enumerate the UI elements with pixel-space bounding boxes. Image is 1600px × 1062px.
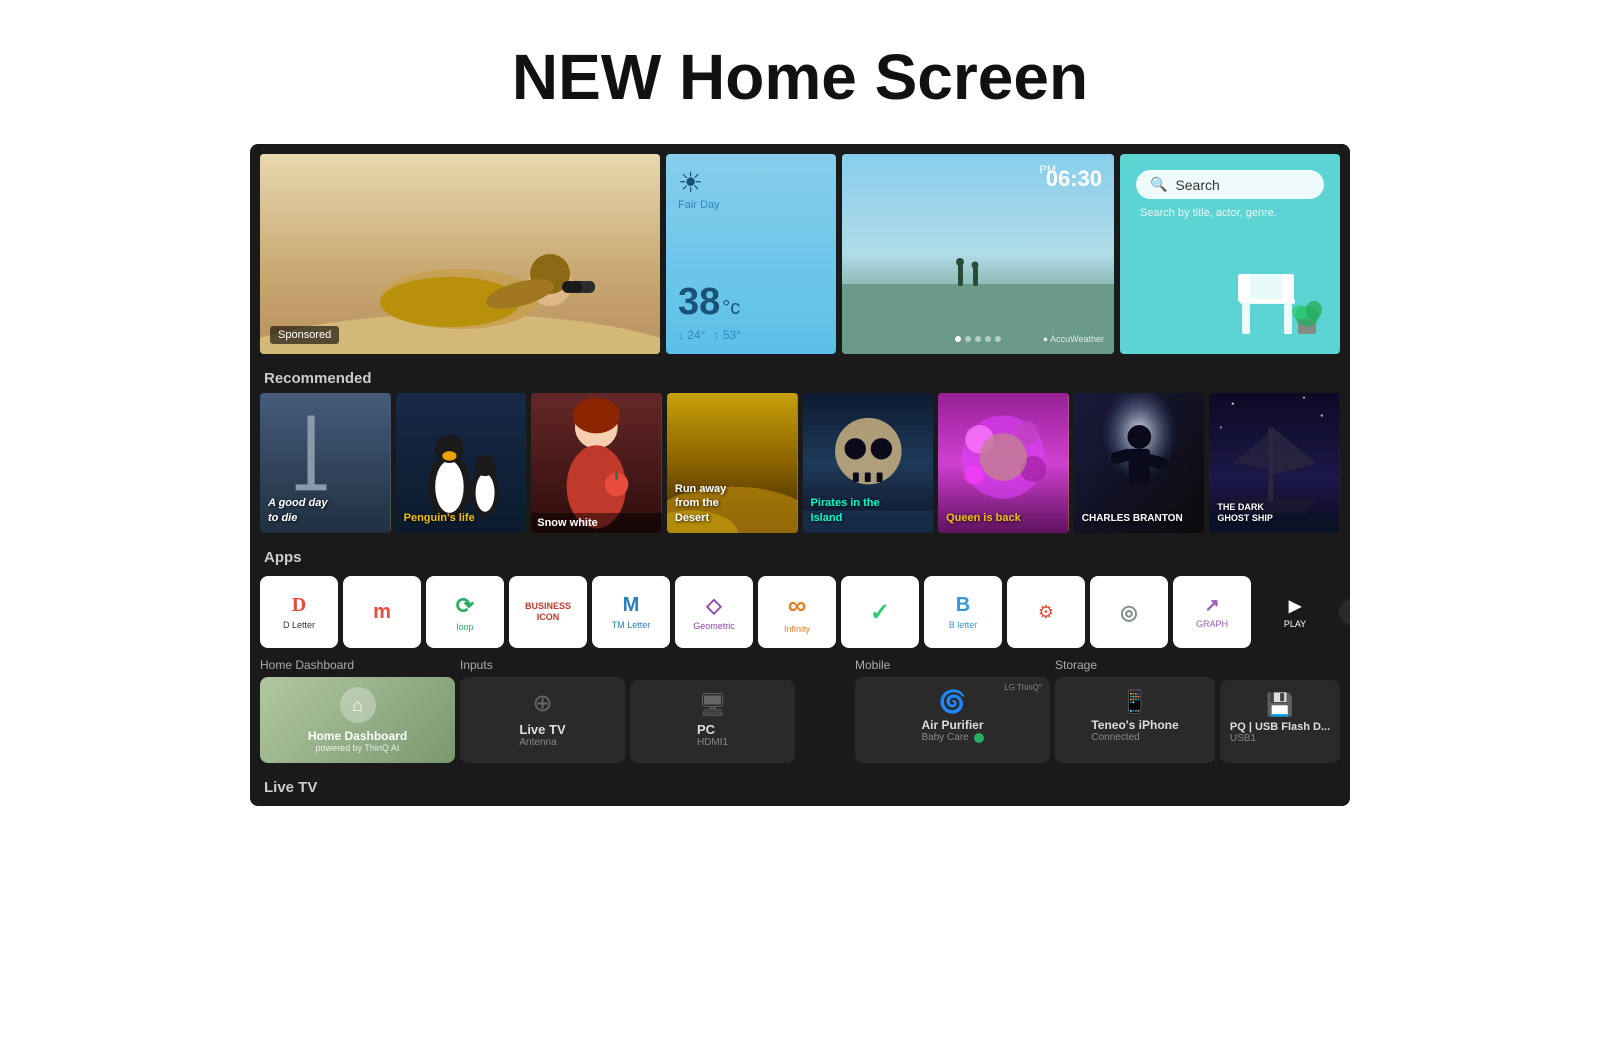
search-tile[interactable]: 🔍 Search Search by title, actor, genre. (1120, 154, 1340, 354)
rec-title-8: THE DARKGHOST SHIP (1217, 502, 1332, 525)
usb-icon: 💾 (1266, 692, 1293, 718)
mobile-label: Mobile (855, 658, 1050, 672)
iphone-card[interactable]: 📱 Teneo's iPhone Connected (1055, 677, 1215, 763)
page-title: NEW Home Screen (0, 0, 1600, 144)
apps-section: Apps D D Letter m ⟳ loop BUSINESSICON M … (260, 539, 1340, 652)
home-dashboard-section: Home Dashboard ⌂ Home Dashboard powered … (260, 658, 1340, 763)
app-b-label: B letter (949, 620, 978, 630)
air-purifier-icon: 🌀 (939, 689, 966, 715)
app-graph-label: GRAPH (1196, 619, 1228, 629)
air-purifier-card[interactable]: LG ThinQ° 🌀 Air Purifier Baby Care (855, 677, 1050, 763)
app-dots[interactable]: ⚙ (1007, 576, 1085, 648)
air-purifier-title: Air Purifier (921, 718, 983, 732)
iphone-subtitle: Connected (1091, 732, 1178, 743)
rec-card-3[interactable]: Snow white (531, 393, 662, 533)
weather-temp: 38 (678, 281, 720, 324)
storage-label: Storage (1055, 658, 1215, 672)
pc-title: PC (697, 722, 728, 737)
live-tv-section-label: Live TV (260, 771, 1340, 796)
app-b-letter[interactable]: B B letter (924, 576, 1002, 648)
app-loop[interactable]: ⟳ loop (426, 576, 504, 648)
app-geo-label: Geometric (693, 621, 735, 631)
hero-main-tile[interactable]: Sponsored (260, 154, 660, 354)
search-label: Search (1175, 177, 1219, 193)
pc-icon: 🖥 (699, 692, 727, 718)
app-v[interactable]: ✓ (841, 576, 919, 648)
home-dashboard-title: Home Dashboard (308, 729, 407, 743)
app-biz-icon[interactable]: BUSINESSICON (509, 576, 587, 648)
tile-time: 06:30 (1046, 166, 1102, 192)
weather-icon: ☀ (678, 166, 824, 199)
rec-title-1: A good dayto die (268, 496, 383, 525)
rec-card-8[interactable]: THE DARKGHOST SHIP (1209, 393, 1340, 533)
rec-card-5[interactable]: Pirates in theIsland (803, 393, 934, 533)
weather-day: Fair Day (678, 199, 824, 211)
more-icon: ❯ (1349, 604, 1350, 621)
usb-card[interactable]: 💾 PQ | USB Flash D... USB1 (1220, 680, 1340, 763)
live-tv-card[interactable]: ⊕ Live TV Antenna (460, 677, 625, 763)
home-dashboard-icon: ⌂ (340, 687, 376, 723)
app-play[interactable]: ▶ PLAY (1256, 576, 1334, 648)
rec-card-6[interactable]: Queen is back (938, 393, 1069, 533)
home-dashboard-label: Home Dashboard (260, 658, 455, 672)
green-status-dot (974, 733, 984, 743)
rec-card-2[interactable]: Penguin's life (396, 393, 527, 533)
weather-low: ↓ 24° (678, 328, 705, 342)
pc-card[interactable]: 🖥 PC HDMI1 (630, 680, 795, 763)
search-decor (1210, 244, 1340, 354)
app-cc[interactable]: ◎ (1090, 576, 1168, 648)
recommended-row: A good dayto die (260, 393, 1340, 533)
rec-card-4[interactable]: Run awayfrom theDesert (667, 393, 798, 533)
app-loop-label: loop (456, 622, 473, 632)
app-m-letter[interactable]: m (343, 576, 421, 648)
search-icon: 🔍 (1150, 176, 1167, 193)
app-infinity[interactable]: ∞ Infinity (758, 576, 836, 648)
app-tm-letter[interactable]: M TM Letter (592, 576, 670, 648)
rec-title-2: Penguin's life (404, 511, 519, 525)
rec-card-1[interactable]: A good dayto die (260, 393, 391, 533)
inputs-label: Inputs (460, 658, 625, 672)
app-more-button[interactable]: ❯ (1339, 598, 1350, 626)
hero-row: Sponsored ☀ Fair Day 38 °c ↓ 24° ↑ 53° (260, 154, 1340, 354)
weather-tile[interactable]: ☀ Fair Day 38 °c ↓ 24° ↑ 53° (666, 154, 836, 354)
app-play-label: PLAY (1284, 619, 1306, 629)
rec-title-4: Run awayfrom theDesert (675, 482, 790, 525)
rec-title-7: CHARLES BRANTON (1082, 512, 1197, 525)
search-hint: Search by title, actor, genre. (1136, 207, 1324, 219)
rec-title-6: Queen is back (946, 511, 1061, 525)
weather-unit: °c (722, 297, 740, 320)
app-inf-label: Infinity (784, 624, 810, 634)
pc-subtitle: HDMI1 (697, 737, 728, 748)
rec-card-7[interactable]: CHARLES BRANTON (1074, 393, 1205, 533)
usb-title: PQ | USB Flash D... (1230, 721, 1330, 733)
app-d-letter-label: D Letter (283, 620, 315, 630)
apps-row: D D Letter m ⟳ loop BUSINESSICON M TM Le… (260, 572, 1340, 652)
snow-white-label: Snow white (531, 513, 662, 533)
live-tv-icon: ⊕ (532, 689, 552, 718)
app-graph[interactable]: ↗ GRAPH (1173, 576, 1251, 648)
tv-frame: Sponsored ☀ Fair Day 38 °c ↓ 24° ↑ 53° (250, 144, 1350, 806)
home-dashboard-card[interactable]: ⌂ Home Dashboard powered by ThinQ AI (260, 677, 455, 763)
app-d-letter[interactable]: D D Letter (260, 576, 338, 648)
recommended-label: Recommended (260, 360, 1340, 393)
thinq-badge: LG ThinQ° (1004, 683, 1042, 692)
app-tm-label: TM Letter (612, 620, 651, 630)
accu-weather-logo: ● AccuWeather (1043, 334, 1104, 344)
live-tv-title: Live TV (519, 722, 565, 737)
sponsored-badge: Sponsored (270, 326, 339, 344)
weather-high: ↑ 53° (713, 328, 740, 342)
usb-subtitle: USB1 (1230, 733, 1330, 744)
iphone-icon: 📱 (1121, 689, 1148, 715)
rec-title-5: Pirates in theIsland (811, 496, 926, 525)
home-dashboard-subtitle: powered by ThinQ AI (308, 743, 407, 753)
live-tv-subtitle: Antenna (519, 737, 565, 748)
air-purifier-subtitle: Baby Care (921, 732, 968, 743)
iphone-title: Teneo's iPhone (1091, 718, 1178, 732)
app-geometric[interactable]: ◇ Geometric (675, 576, 753, 648)
landscape-dots (955, 336, 1001, 342)
landscape-tile[interactable]: PM 06:30 ● AccuWeather (842, 154, 1114, 354)
recommended-section: Recommended A good dayto die (260, 360, 1340, 533)
apps-label: Apps (260, 539, 1340, 572)
search-bar[interactable]: 🔍 Search (1136, 170, 1324, 199)
